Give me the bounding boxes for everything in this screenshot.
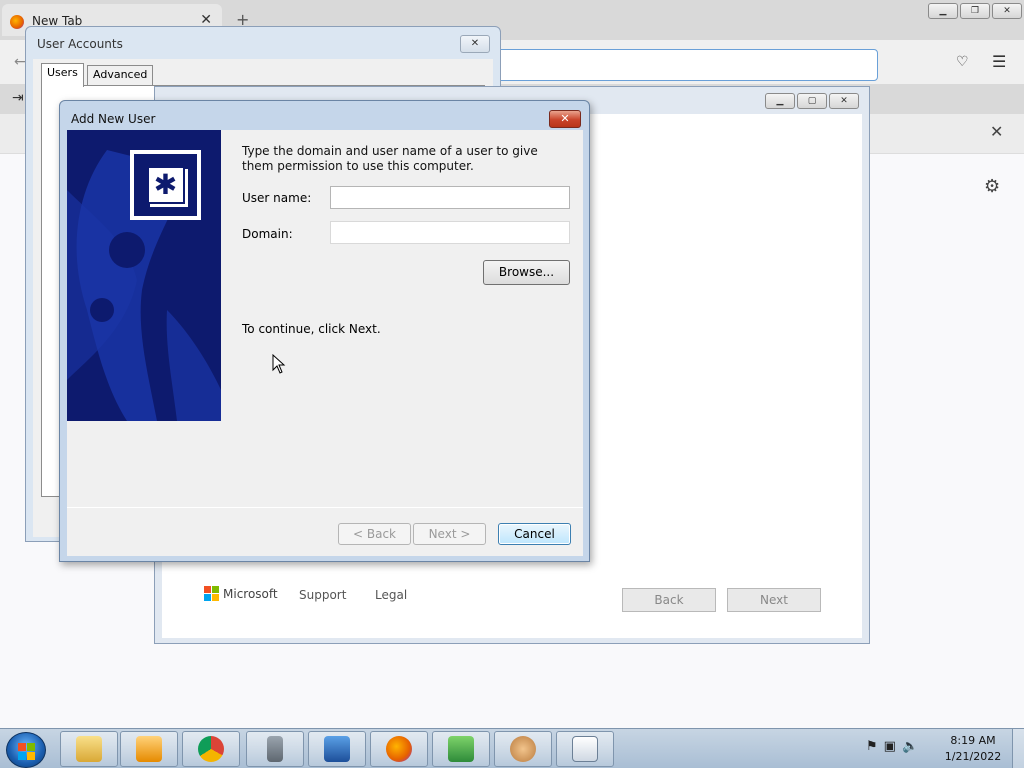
network-tray-icon[interactable]: ▣: [884, 739, 896, 754]
tab-advanced[interactable]: Advanced: [87, 65, 154, 85]
restore-button[interactable]: ❐: [960, 3, 990, 19]
user-name-label: User name:: [242, 191, 312, 205]
sign-in-icon[interactable]: ⇥: [12, 90, 24, 106]
firefox-icon: [386, 736, 412, 762]
document-icon: [572, 736, 598, 762]
users-icon: [510, 736, 536, 762]
setup-maximize-button[interactable]: ▢: [797, 93, 827, 109]
volume-icon[interactable]: 🔈: [902, 739, 918, 754]
domain-label: Domain:: [242, 227, 293, 241]
user-accounts-title: User Accounts: [37, 37, 123, 51]
clock-date: 1/21/2022: [944, 750, 1002, 763]
start-button[interactable]: [6, 732, 46, 768]
setup-close-button[interactable]: ✕: [829, 93, 859, 109]
firefox-favicon-icon: [10, 15, 24, 29]
taskbar-explorer[interactable]: [60, 731, 118, 767]
window-controls: ▁ ❐ ✕: [928, 3, 1022, 19]
wizard-banner-image: ✱: [67, 130, 221, 421]
pocket-icon[interactable]: ♡: [956, 54, 969, 70]
mouse-pointer-icon: [272, 354, 286, 374]
chrome-icon: [198, 736, 224, 762]
microsoft-logo: Microsoft: [204, 586, 278, 601]
hamburger-menu-icon[interactable]: ☰: [992, 52, 1006, 71]
taskbar-download[interactable]: [432, 731, 490, 767]
minimize-button[interactable]: ▁: [928, 3, 958, 19]
add-new-user-dialog: Add New User ✕ ✱ Type the domain and use…: [59, 100, 590, 562]
tab-users[interactable]: Users: [41, 63, 84, 87]
setup-next-button[interactable]: Next: [727, 588, 821, 612]
domain-input[interactable]: [330, 221, 570, 244]
gear-icon[interactable]: ⚙: [984, 176, 1000, 197]
setup-window-controls: ▁ ▢ ✕: [765, 93, 859, 109]
microsoft-label: Microsoft: [223, 586, 278, 601]
notification-close-icon[interactable]: ✕: [990, 122, 1003, 141]
network-computer-icon: [324, 736, 350, 762]
system-tray: ⚑ ▣ 🔈: [866, 739, 918, 754]
dialog-body: ✱ Type the domain and user name of a use…: [67, 130, 583, 556]
continue-text: To continue, click Next.: [242, 322, 381, 336]
media-player-icon: [136, 736, 162, 762]
show-desktop-button[interactable]: [1012, 729, 1024, 768]
support-link[interactable]: Support: [299, 588, 346, 602]
taskbar-server[interactable]: [246, 731, 304, 767]
taskbar: ⚑ ▣ 🔈 8:19 AM 1/21/2022: [0, 728, 1024, 768]
dialog-title: Add New User: [71, 112, 156, 126]
instruction-text: Type the domain and user name of a user …: [242, 144, 538, 173]
taskbar-users[interactable]: [494, 731, 552, 767]
browse-button[interactable]: Browse...: [483, 260, 570, 285]
user-name-input[interactable]: [330, 186, 570, 209]
taskbar-document[interactable]: [556, 731, 614, 767]
windows-logo-icon: [18, 743, 35, 760]
action-center-icon[interactable]: ⚑: [866, 739, 878, 754]
explorer-icon: [76, 736, 102, 762]
legal-link[interactable]: Legal: [375, 588, 407, 602]
url-bar[interactable]: [490, 49, 878, 81]
next-button[interactable]: Next >: [413, 523, 486, 545]
key-icon: ✱: [130, 150, 201, 220]
download-icon: [448, 736, 474, 762]
close-button[interactable]: ✕: [992, 3, 1022, 19]
microsoft-logo-icon: [204, 586, 219, 601]
back-arrow-icon[interactable]: ←: [14, 54, 26, 70]
clock-time: 8:19 AM: [950, 734, 996, 747]
taskbar-media-player[interactable]: [120, 731, 178, 767]
setup-minimize-button[interactable]: ▁: [765, 93, 795, 109]
dialog-separator: [67, 507, 583, 508]
taskbar-network[interactable]: [308, 731, 366, 767]
cancel-button[interactable]: Cancel: [498, 523, 571, 545]
dialog-close-button[interactable]: ✕: [549, 110, 581, 128]
clock[interactable]: 8:19 AM 1/21/2022: [940, 733, 1006, 765]
server-lock-icon: [267, 736, 283, 762]
back-button[interactable]: < Back: [338, 523, 411, 545]
setup-back-button[interactable]: Back: [622, 588, 716, 612]
taskbar-chrome[interactable]: [182, 731, 240, 767]
taskbar-firefox[interactable]: [370, 731, 428, 767]
user-accounts-close-button[interactable]: ✕: [460, 35, 490, 53]
